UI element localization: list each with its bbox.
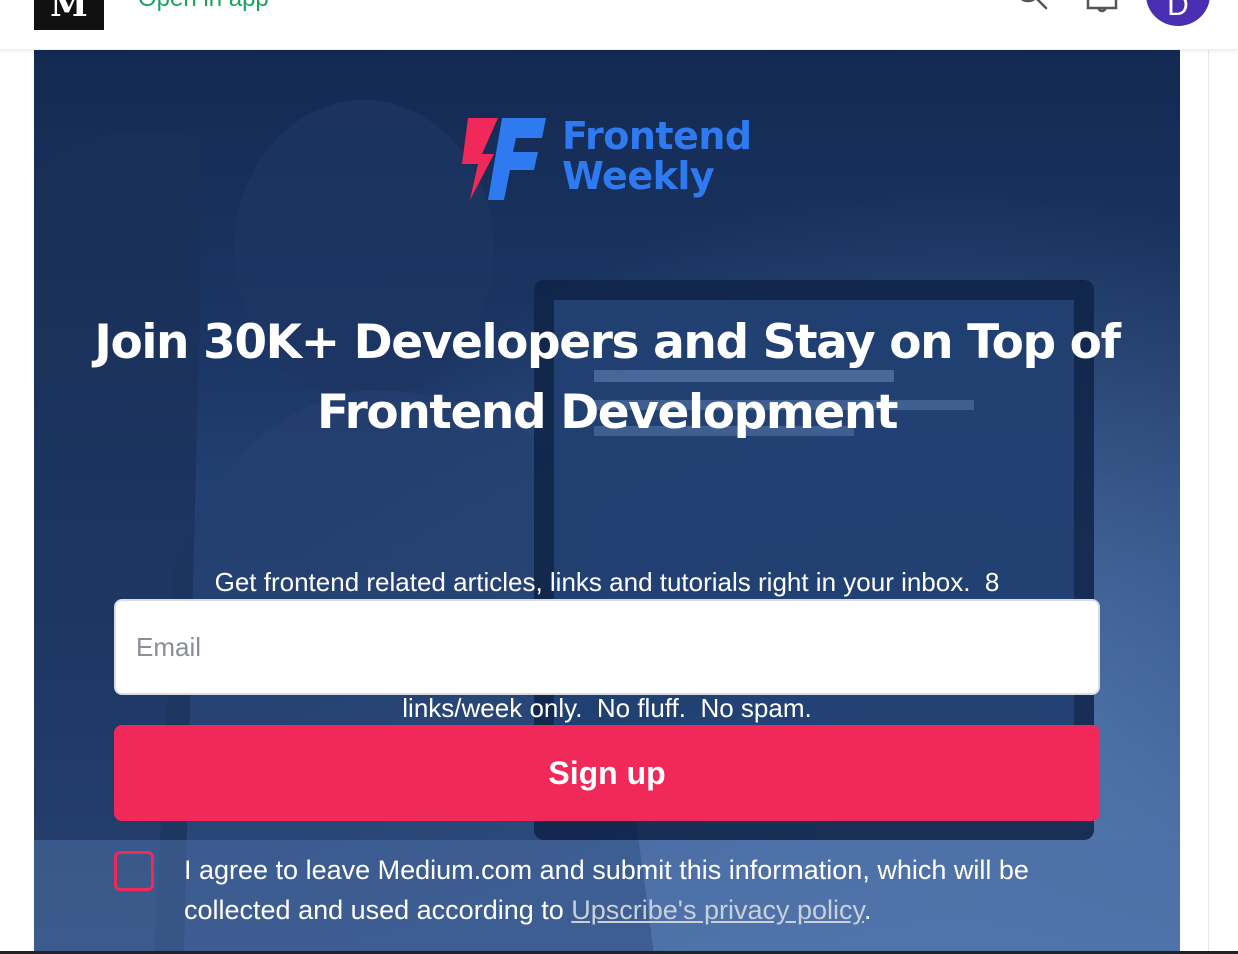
logo-letter: M xyxy=(50,0,88,25)
user-avatar[interactable]: D xyxy=(1146,0,1210,26)
signup-headline: Join 30K+ Developers and Stay on Top of … xyxy=(94,308,1121,448)
sign-up-button[interactable]: Sign up xyxy=(114,725,1100,821)
frontend-weekly-logo: Frontend Weekly xyxy=(458,114,758,204)
consent-text-end: . xyxy=(864,895,872,925)
top-nav-bar: M Open in app D xyxy=(0,0,1238,50)
open-in-app-link[interactable]: Open in app xyxy=(138,0,269,12)
headline-line-1: Join 30K+ Developers and Stay on Top of xyxy=(94,315,1121,370)
consent-label: I agree to leave Medium.com and submit t… xyxy=(184,850,1114,930)
description-line-1: Get frontend related articles, links and… xyxy=(214,567,1000,597)
bell-icon[interactable] xyxy=(1086,0,1118,14)
brand-name: Frontend Weekly xyxy=(562,116,752,196)
avatar-initial: D xyxy=(1167,0,1189,22)
privacy-policy-link[interactable]: Upscribe's privacy policy xyxy=(571,895,864,925)
brand-line-1: Frontend xyxy=(562,114,752,158)
email-field[interactable] xyxy=(114,599,1100,695)
headline-line-2: Frontend Development xyxy=(316,385,898,440)
brand-line-2: Weekly xyxy=(562,154,715,198)
search-icon[interactable] xyxy=(1016,0,1048,14)
newsletter-signup-card: Frontend Weekly Join 30K+ Developers and… xyxy=(34,50,1180,954)
consent-checkbox[interactable] xyxy=(114,851,154,891)
page-scrollbar-track[interactable] xyxy=(1208,50,1238,954)
medium-logo[interactable]: M xyxy=(34,0,104,30)
bolt-f-icon xyxy=(462,118,546,200)
